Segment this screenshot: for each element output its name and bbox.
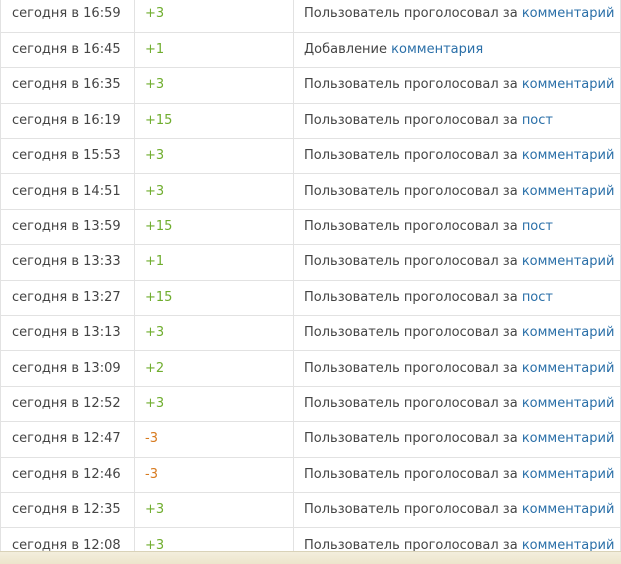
row-points: +3 xyxy=(134,315,294,352)
row-description-text: Пользователь проголосовал за xyxy=(304,325,518,341)
row-time: сегодня в 16:59 xyxy=(0,0,135,33)
row-description: Пользователь проголосовал за комментарий xyxy=(293,350,621,387)
table-row: сегодня в 12:46 -3 Пользователь проголосов… xyxy=(0,457,621,493)
row-description-text: Пользователь проголосовал за xyxy=(304,112,518,128)
row-description-text: Пользователь проголосовал за xyxy=(304,466,518,482)
row-points: +15 xyxy=(134,280,294,317)
row-time: сегодня в 12:47 xyxy=(0,421,135,458)
row-description: Пользователь проголосовал за комментарий xyxy=(293,315,621,352)
row-description: Пользователь проголосовал за пост xyxy=(293,280,621,317)
row-target-link[interactable]: пост xyxy=(522,290,553,305)
table-row: сегодня в 15:53 +3 Пользователь проголосов… xyxy=(0,138,621,175)
row-points: +3 xyxy=(134,67,294,104)
row-target-link[interactable]: комментарий xyxy=(522,467,615,482)
row-description: Пользователь проголосовал за пост xyxy=(293,209,621,246)
row-description: Пользователь проголосовал за комментарий xyxy=(293,457,621,493)
table-row: сегодня в 12:47 -3 Пользователь проголосов… xyxy=(0,421,621,458)
row-description-text: Пользователь проголосовал за xyxy=(304,148,518,164)
rating-history-table: сегодня в 16:59 +3 Пользователь проголосов… xyxy=(0,0,621,564)
row-description: Пользователь проголосовал за комментарий xyxy=(293,67,621,104)
row-target-link[interactable]: комментарий xyxy=(522,77,615,92)
row-description-text: Пользователь проголосовал за xyxy=(304,183,518,199)
row-time: сегодня в 13:13 xyxy=(0,315,135,352)
row-description: Пользователь проголосовал за комментарий xyxy=(293,386,621,423)
row-description-text: Пользователь проголосовал за xyxy=(304,77,518,93)
row-description: Добавление комментария xyxy=(293,32,621,69)
row-points: +1 xyxy=(134,32,294,69)
row-target-link[interactable]: комментарий xyxy=(522,148,615,163)
row-description: Пользователь проголосовал за комментарий xyxy=(293,173,621,210)
table-row: сегодня в 13:59 +15 Пользователь проголосо… xyxy=(0,209,621,246)
table-row: сегодня в 16:35 +3 Пользователь проголосов… xyxy=(0,67,621,104)
row-time: сегодня в 12:35 xyxy=(0,492,135,529)
row-description: Пользователь проголосовал за пост xyxy=(293,103,621,140)
row-description: Пользователь проголосовал за комментарий xyxy=(293,244,621,281)
row-description-text: Добавление xyxy=(304,42,388,58)
table-row: сегодня в 13:27 +15 Пользователь проголосо… xyxy=(0,280,621,317)
rating-history-rows: сегодня в 16:59 +3 Пользователь проголосов… xyxy=(0,0,621,564)
row-description-text: Пользователь проголосовал за xyxy=(304,502,518,518)
row-time: сегодня в 16:35 xyxy=(0,67,135,104)
row-target-link[interactable]: комментарий xyxy=(522,361,615,376)
rating-history-view: сегодня в 16:59 +3 Пользователь проголосов… xyxy=(0,0,621,564)
table-row: сегодня в 14:51 +3 Пользователь проголосов… xyxy=(0,173,621,210)
row-time: сегодня в 16:19 xyxy=(0,103,135,140)
row-target-link[interactable]: комментарий xyxy=(522,396,615,411)
row-description-text: Пользователь проголосовал за xyxy=(304,6,518,22)
row-points: +2 xyxy=(134,350,294,387)
row-description-text: Пользователь проголосовал за xyxy=(304,254,518,270)
row-description-text: Пользователь проголосовал за xyxy=(304,395,518,411)
row-target-link[interactable]: комментария xyxy=(391,42,483,57)
row-points: +3 xyxy=(134,138,294,175)
row-points: +3 xyxy=(134,173,294,210)
row-target-link[interactable]: комментарий xyxy=(522,254,615,269)
row-description: Пользователь проголосовал за комментарий xyxy=(293,0,621,33)
row-description: Пользователь проголосовал за комментарий xyxy=(293,492,621,529)
row-points: -3 xyxy=(134,457,294,493)
row-time: сегодня в 15:53 xyxy=(0,138,135,175)
row-time: сегодня в 12:46 xyxy=(0,457,135,493)
table-row: сегодня в 16:45 +1 Добавление комментария xyxy=(0,32,621,69)
row-time: сегодня в 13:59 xyxy=(0,209,135,246)
row-points: +1 xyxy=(134,244,294,281)
row-time: сегодня в 13:33 xyxy=(0,244,135,281)
table-row: сегодня в 13:13 +3 Пользователь проголосов… xyxy=(0,315,621,352)
table-row: сегодня в 12:52 +3 Пользователь проголосов… xyxy=(0,386,621,423)
row-target-link[interactable]: комментарий xyxy=(522,325,615,340)
table-row: сегодня в 13:09 +2 Пользователь проголосов… xyxy=(0,350,621,387)
row-target-link[interactable]: комментарий xyxy=(522,431,615,446)
bottom-bar xyxy=(0,551,621,564)
table-row: сегодня в 13:33 +1 Пользователь проголосов… xyxy=(0,244,621,281)
row-target-link[interactable]: комментарий xyxy=(522,184,615,199)
row-description-text: Пользователь проголосовал за xyxy=(304,289,518,305)
row-description: Пользователь проголосовал за комментарий xyxy=(293,138,621,175)
row-points: +3 xyxy=(134,492,294,529)
row-points: +15 xyxy=(134,103,294,140)
row-description-text: Пользователь проголосовал за xyxy=(304,360,518,376)
row-time: сегодня в 14:51 xyxy=(0,173,135,210)
row-points: +15 xyxy=(134,209,294,246)
row-time: сегодня в 12:52 xyxy=(0,386,135,423)
table-row: сегодня в 12:35 +3 Пользователь проголосов… xyxy=(0,492,621,529)
row-description-text: Пользователь проголосовал за xyxy=(304,219,518,235)
row-time: сегодня в 16:45 xyxy=(0,32,135,69)
row-points: +3 xyxy=(134,386,294,423)
table-row: сегодня в 16:19 +15 Пользователь проголосо… xyxy=(0,103,621,140)
row-time: сегодня в 13:27 xyxy=(0,280,135,317)
row-target-link[interactable]: пост xyxy=(522,113,553,128)
row-description-text: Пользователь проголосовал за xyxy=(304,431,518,447)
row-target-link[interactable]: комментарий xyxy=(522,502,615,517)
row-time: сегодня в 13:09 xyxy=(0,350,135,387)
row-points: -3 xyxy=(134,421,294,458)
table-row: сегодня в 16:59 +3 Пользователь проголосов… xyxy=(0,0,621,33)
row-target-link[interactable]: комментарий xyxy=(522,6,615,21)
row-target-link[interactable]: пост xyxy=(522,219,553,234)
row-description: Пользователь проголосовал за комментарий xyxy=(293,421,621,458)
row-points: +3 xyxy=(134,0,294,33)
